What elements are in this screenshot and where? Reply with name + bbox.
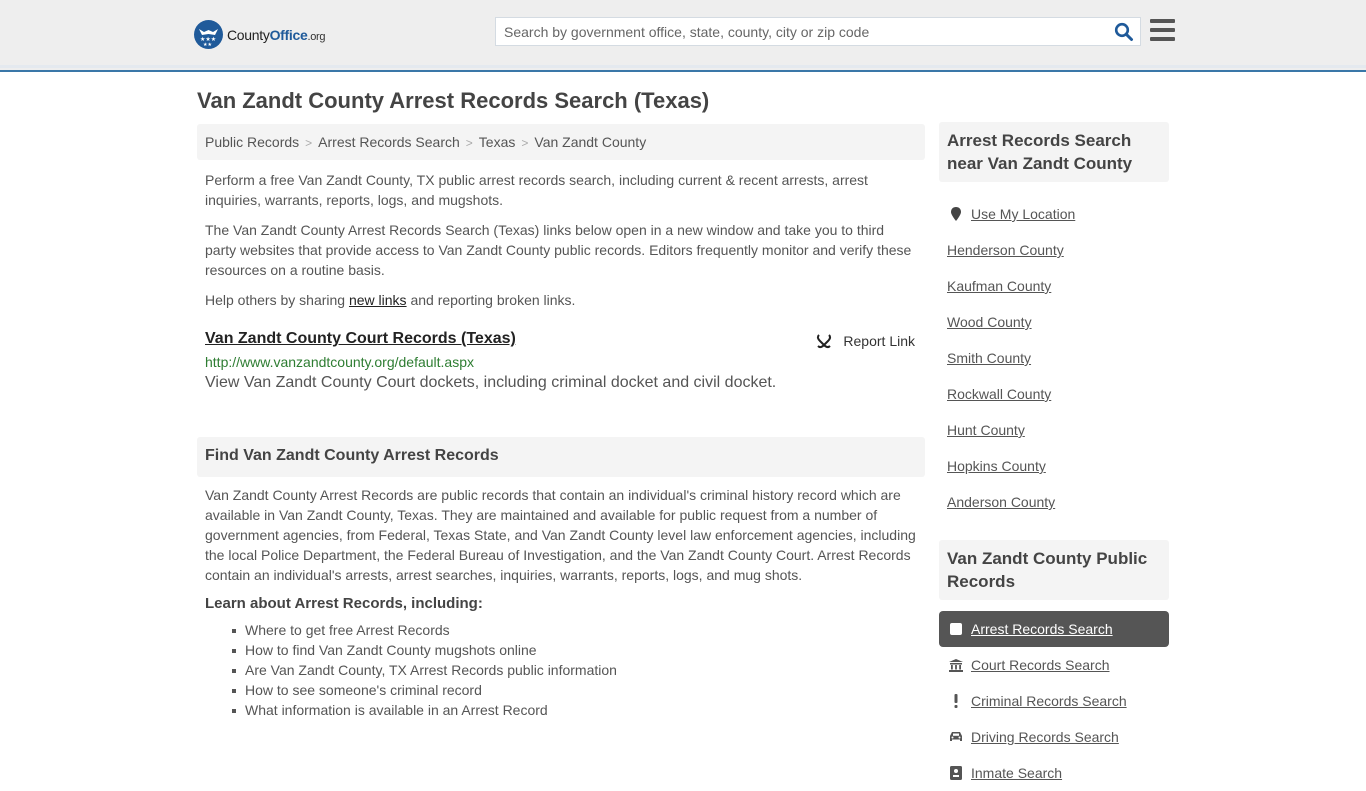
public-record-link[interactable]: Criminal Records Search: [971, 693, 1127, 709]
square-icon: [949, 622, 963, 636]
nearby-list: Use My Location Henderson County Kaufman…: [939, 182, 1169, 520]
breadcrumb-arrest-records-search[interactable]: Arrest Records Search: [318, 134, 460, 150]
learn-list-item: Are Van Zandt County, TX Arrest Records …: [232, 660, 925, 680]
public-record-link[interactable]: Inmate Search: [971, 765, 1062, 781]
nearby-county-link[interactable]: Hunt County: [947, 422, 1025, 438]
breadcrumb-public-records[interactable]: Public Records: [205, 134, 299, 150]
use-my-location-item: Use My Location: [939, 196, 1169, 232]
use-my-location-link[interactable]: Use My Location: [971, 206, 1075, 222]
breadcrumb-van-zandt-county[interactable]: Van Zandt County: [534, 134, 646, 150]
svg-text:★★: ★★: [203, 42, 212, 48]
intro-paragraph: Perform a free Van Zandt County, TX publ…: [205, 172, 868, 208]
main-content: Public Records > Arrest Records Search > Tex…: [197, 124, 925, 720]
map-marker-icon: [951, 207, 961, 221]
site-logo[interactable]: ★★★ ★★ CountyOffice.org: [194, 20, 326, 49]
nearby-county-item: Kaufman County: [939, 268, 1169, 304]
public-record-item-driving[interactable]: Driving Records Search: [939, 719, 1169, 755]
search-icon: [1114, 22, 1133, 41]
eagle-logo-icon: ★★★ ★★: [194, 20, 223, 49]
hamburger-icon-bar: [1150, 37, 1175, 41]
learn-list-item: What information is available in an Arre…: [232, 700, 925, 720]
record-url: http://www.vanzandtcounty.org/default.as…: [205, 354, 475, 370]
nearby-county-item: Hunt County: [939, 412, 1169, 448]
sidebar: Arrest Records Search near Van Zandt Cou…: [939, 122, 1169, 791]
page-title: Van Zandt County Arrest Records Search (…: [197, 88, 710, 113]
public-record-link[interactable]: Driving Records Search: [971, 729, 1119, 745]
site-header: ★★★ ★★ CountyOffice.org: [0, 0, 1366, 72]
nearby-county-item: Henderson County: [939, 232, 1169, 268]
breadcrumb-texas[interactable]: Texas: [479, 134, 516, 150]
report-link-button[interactable]: Report Link: [816, 333, 915, 349]
share-paragraph: Help others by sharing new links and rep…: [205, 292, 576, 308]
public-records-list: Arrest Records Search Court Records Sear…: [939, 600, 1169, 791]
courthouse-icon: [949, 658, 963, 672]
breadcrumb: Public Records > Arrest Records Search > Tex…: [197, 124, 925, 160]
nearby-county-link[interactable]: Rockwall County: [947, 386, 1051, 402]
learn-heading: Learn about Arrest Records, including:: [205, 595, 483, 612]
broken-link-icon: [817, 334, 832, 349]
hamburger-icon-bar: [1150, 19, 1175, 23]
learn-list-item: How to find Van Zandt County mugshots on…: [232, 640, 925, 660]
breadcrumb-separator: >: [465, 136, 473, 150]
nearby-county-item: Smith County: [939, 340, 1169, 376]
nearby-county-item: Wood County: [939, 304, 1169, 340]
nearby-county-link[interactable]: Kaufman County: [947, 278, 1051, 294]
record-title-link[interactable]: Van Zandt County Court Records (Texas): [205, 330, 516, 348]
breadcrumb-separator: >: [521, 136, 529, 150]
learn-list: Where to get free Arrest Records How to …: [197, 620, 925, 720]
record-description: View Van Zandt County Court dockets, inc…: [205, 374, 777, 391]
id-card-icon: [949, 766, 963, 780]
public-record-link[interactable]: Court Records Search: [971, 657, 1110, 673]
find-records-body: Van Zandt County Arrest Records are publ…: [205, 487, 916, 583]
search-input[interactable]: [496, 18, 1096, 45]
nearby-heading: Arrest Records Search near Van Zandt Cou…: [939, 122, 1169, 182]
public-record-item-court[interactable]: Court Records Search: [939, 647, 1169, 683]
find-records-heading: Find Van Zandt County Arrest Records: [197, 437, 925, 477]
nearby-county-link[interactable]: Wood County: [947, 314, 1032, 330]
search-button[interactable]: [1114, 22, 1134, 42]
nearby-county-item: Rockwall County: [939, 376, 1169, 412]
nearby-county-item: Hopkins County: [939, 448, 1169, 484]
hamburger-icon-bar: [1150, 28, 1175, 32]
public-record-item-criminal[interactable]: Criminal Records Search: [939, 683, 1169, 719]
car-icon: [949, 730, 963, 744]
exclamation-icon: [949, 694, 963, 708]
hamburger-menu-button[interactable]: [1150, 19, 1175, 43]
new-links-link[interactable]: new links: [349, 292, 407, 308]
public-record-item-inmate[interactable]: Inmate Search: [939, 755, 1169, 791]
learn-list-item: Where to get free Arrest Records: [232, 620, 925, 640]
site-search: [495, 17, 1141, 46]
nearby-county-link[interactable]: Henderson County: [947, 242, 1064, 258]
logo-wordmark: CountyOffice.org: [227, 26, 326, 43]
public-record-item-arrest[interactable]: Arrest Records Search: [939, 611, 1169, 647]
nearby-county-item: Anderson County: [939, 484, 1169, 520]
record-listing: Van Zandt County Court Records (Texas) R…: [197, 330, 925, 392]
learn-list-item: How to see someone's criminal record: [232, 680, 925, 700]
breadcrumb-separator: >: [305, 136, 313, 150]
public-record-link[interactable]: Arrest Records Search: [971, 621, 1113, 637]
nearby-county-link[interactable]: Smith County: [947, 350, 1031, 366]
nearby-county-link[interactable]: Hopkins County: [947, 458, 1046, 474]
nearby-county-link[interactable]: Anderson County: [947, 494, 1055, 510]
disclaimer-paragraph: The Van Zandt County Arrest Records Sear…: [205, 222, 912, 278]
public-records-heading: Van Zandt County Public Records: [939, 540, 1169, 600]
